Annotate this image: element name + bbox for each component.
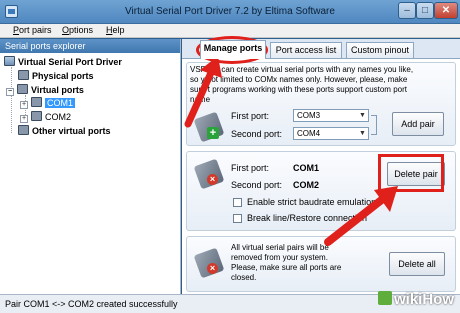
delete-all-button[interactable]: Delete all [389,252,445,276]
tab-port-access-list[interactable]: Port access list [270,42,342,58]
window-title: Virtual Serial Port Driver 7.2 by Eltima… [125,6,335,17]
first-port-label: First port: [231,111,270,121]
remove-icon: × [207,174,218,185]
tree-item-com1[interactable]: + COM1 [20,97,76,110]
tree-label: Other virtual ports [32,126,111,136]
first-port-combo[interactable]: COM3 ▼ [293,109,369,122]
tree-guide [11,67,12,133]
tree-label-selected: COM1 [45,98,76,108]
second-port-combo[interactable]: COM4 ▼ [293,127,369,140]
expand-icon[interactable]: + [20,115,28,123]
tree-label: COM2 [45,112,72,122]
menu-options[interactable]: Options [62,25,93,35]
tree-root-label: Virtual Serial Port Driver [18,57,122,67]
port-icon [18,70,29,80]
tree-label: Virtual ports [31,85,84,95]
del-first-port-value: COM1 [293,163,320,173]
chevron-down-icon: ▼ [359,112,366,119]
remove-all-icon: × [207,263,218,274]
del-first-port-label: First port: [231,163,270,173]
menu-help[interactable]: Help [106,25,125,35]
explorer-header: Serial ports explorer [0,39,180,53]
serial-ports-explorer: Serial ports explorer Virtual Serial Por… [0,39,181,294]
serial-port-icon [31,97,42,107]
break-line-checkbox[interactable] [233,214,242,223]
menu-label: ort pairs [19,25,52,35]
tree-item-virtual-ports[interactable]: − Virtual ports [6,84,84,97]
tree-label: Physical ports [32,71,94,81]
expand-icon[interactable]: + [20,101,28,109]
menu-label: elp [112,25,125,35]
watermark-text: wikiHow [393,291,454,308]
serial-port-icon [31,111,42,121]
tab-manage-ports[interactable]: Manage ports [200,40,266,59]
wikihow-logo-icon [377,291,392,305]
status-text: Pair COM1 <-> COM2 created successfully [5,299,178,309]
delete-all-desc: closed. [231,273,257,282]
menu-label: ptions [69,25,94,35]
watermark: wikiHow [377,291,454,311]
tree-item-other-virtual-ports[interactable]: Other virtual ports [18,125,111,138]
maximize-button[interactable]: □ [416,2,434,19]
add-pair-button[interactable]: Add pair [392,112,444,136]
chevron-down-icon: ▼ [359,130,366,137]
minimize-button[interactable]: – [398,2,416,19]
first-port-value: COM3 [297,111,321,120]
tree-item-physical-ports[interactable]: Physical ports [18,70,94,83]
tree-root[interactable]: Virtual Serial Port Driver [4,56,122,69]
delete-all-desc: All virtual serial pairs will be [231,243,329,252]
collapse-icon[interactable]: − [6,88,14,96]
port-icon [17,84,28,94]
port-icon [18,125,29,135]
computer-icon [4,56,15,66]
tree-item-com2[interactable]: + COM2 [20,111,71,124]
menu-port-pairs[interactable]: Port pairs [13,25,52,35]
pair-bracket [371,115,377,135]
menu-accel: O [62,25,70,35]
delete-all-desc: removed from your system. [231,253,328,262]
callout-arrow-up [184,56,222,128]
title-bar: Virtual Serial Port Driver 7.2 by Eltima… [0,0,460,24]
tab-custom-pinout[interactable]: Custom pinout [346,42,414,58]
callout-arrow-diagonal [324,186,398,246]
close-button[interactable]: ✕ [434,2,458,19]
delete-all-desc: Please, make sure all ports are [231,263,342,272]
second-port-value: COM4 [297,129,321,138]
strict-baudrate-checkbox[interactable] [233,198,242,207]
second-port-label: Second port: [231,129,283,139]
del-second-port-value: COM2 [293,180,320,190]
del-second-port-label: Second port: [231,180,283,190]
